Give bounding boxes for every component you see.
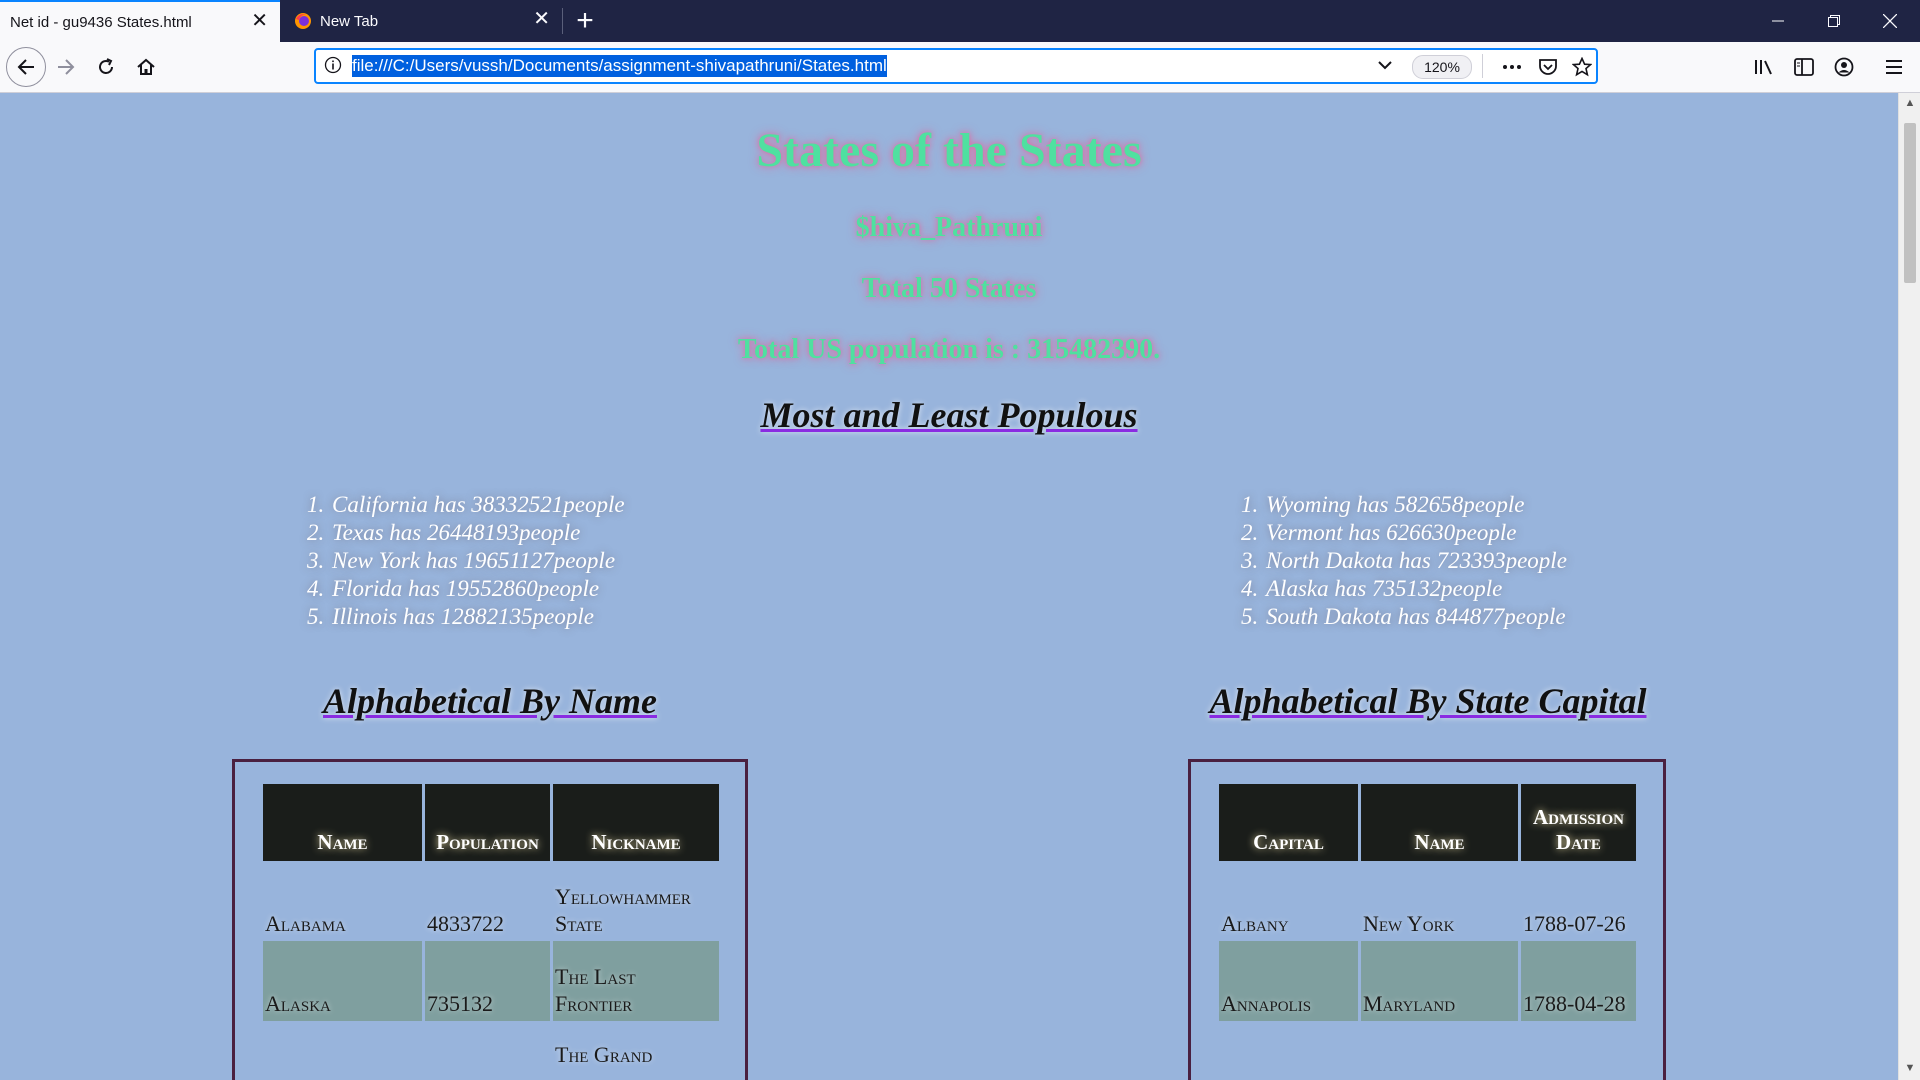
list-item: Florida has 19552860people: [330, 575, 625, 603]
table-cell: Albany: [1221, 911, 1289, 936]
restore-icon[interactable]: [1806, 0, 1862, 42]
list-item: South Dakota has 844877people: [1264, 603, 1567, 631]
table-cell: New York: [1363, 911, 1455, 936]
by-capital-heading: Alphabetical By State Capital: [1209, 681, 1647, 721]
most-least-heading: Most and Least Populous: [760, 395, 1138, 435]
by-capital-table: Capital Name Admission Date Albany New Y…: [1216, 784, 1639, 1021]
forward-button[interactable]: [48, 49, 84, 85]
menu-icon[interactable]: [1876, 49, 1912, 85]
reload-button[interactable]: [88, 49, 124, 85]
tab-title: Net id - gu9436 States.html: [10, 13, 192, 31]
column-header: Capital: [1219, 784, 1358, 861]
list-item: Vermont has 626630people: [1264, 519, 1567, 547]
table-row: Alabama 4833722 Yellowhammer State: [263, 861, 719, 941]
page-title: States of the States: [756, 124, 1142, 177]
table-cell: [263, 1021, 422, 1080]
table-row: Alaska 735132 The Last Frontier: [263, 941, 719, 1021]
table-row: The Grand: [263, 1021, 719, 1080]
nav-toolbar: file:///C:/Users/vussh/Documents/assignm…: [0, 42, 1920, 93]
tab-active[interactable]: Net id - gu9436 States.html ✕: [0, 0, 280, 42]
by-capital-table-frame: Capital Name Admission Date Albany New Y…: [1188, 759, 1666, 1080]
column-header: Name: [263, 784, 422, 861]
chevron-down-icon[interactable]: [1376, 56, 1394, 74]
list-item: North Dakota has 723393people: [1264, 547, 1567, 575]
page-actions-icon[interactable]: [1500, 55, 1524, 79]
table-cell: Alabama: [265, 911, 346, 936]
by-name-heading: Alphabetical By Name: [323, 681, 657, 721]
close-tab-icon[interactable]: ✕: [251, 11, 268, 31]
list-item: Texas has 26448193people: [330, 519, 625, 547]
arrow-left-icon: [17, 59, 34, 75]
table-cell: Yellowhammer State: [555, 884, 691, 936]
vertical-scrollbar[interactable]: ▲ ▼: [1898, 93, 1920, 1080]
home-button[interactable]: [128, 49, 164, 85]
zoom-level[interactable]: 120%: [1412, 55, 1472, 79]
url-bar[interactable]: file:///C:/Users/vussh/Documents/assignm…: [314, 48, 1598, 84]
list-item: Illinois has 12882135people: [330, 603, 625, 631]
column-header: Population: [425, 784, 550, 861]
home-icon: [137, 58, 155, 75]
pocket-icon[interactable]: [1536, 55, 1560, 79]
close-tab-icon[interactable]: ✕: [533, 9, 550, 29]
table-cell: The Last Frontier: [553, 941, 719, 1021]
list-item: New York has 19651127people: [330, 547, 625, 575]
tab-separator: [562, 8, 563, 34]
table-cell: 735132: [425, 941, 550, 1021]
table-row: Annapolis Maryland 1788-04-28: [1219, 941, 1636, 1021]
account-icon[interactable]: [1826, 49, 1862, 85]
table-row: Albany New York 1788-07-26: [1219, 861, 1636, 941]
library-icon[interactable]: [1746, 49, 1782, 85]
tab-bar: Net id - gu9436 States.html ✕ New Tab ✕ …: [0, 0, 1920, 42]
info-icon[interactable]: [324, 56, 342, 74]
firefox-icon: [295, 13, 311, 29]
table-cell: 1788-07-26: [1523, 911, 1626, 936]
author-name: $hiva_Pathruni: [855, 212, 1043, 243]
most-populous-list: California has 38332521people Texas has …: [306, 491, 625, 631]
page-content: States of the States $hiva_Pathruni Tota…: [0, 93, 1898, 1080]
table-cell: [425, 1021, 550, 1080]
table-cell: 4833722: [427, 911, 504, 936]
scroll-down-arrow-icon[interactable]: ▼: [1903, 1062, 1917, 1076]
tab-new-tab[interactable]: New Tab ✕: [282, 0, 562, 42]
list-item: Alaska has 735132people: [1264, 575, 1567, 603]
url-text[interactable]: file:///C:/Users/vussh/Documents/assignm…: [352, 55, 887, 77]
sidebar-icon[interactable]: [1786, 49, 1822, 85]
close-window-icon[interactable]: [1862, 0, 1918, 42]
column-header: Admission Date: [1521, 784, 1636, 861]
table-cell: The Grand: [555, 1042, 653, 1067]
column-header: Name: [1361, 784, 1518, 861]
table-cell: 1788-04-28: [1521, 941, 1636, 1021]
new-tab-plus-icon[interactable]: +: [568, 4, 602, 38]
table-cell: Alaska: [263, 941, 422, 1021]
total-states: Total 50 States: [861, 273, 1037, 304]
minimize-icon[interactable]: [1750, 0, 1806, 42]
table-cell: Annapolis: [1219, 941, 1358, 1021]
total-population: Total US population is : 315482390.: [737, 334, 1161, 365]
reload-icon: [99, 58, 113, 74]
list-item: Wyoming has 582658people: [1264, 491, 1567, 519]
back-button[interactable]: [6, 47, 46, 87]
arrow-right-icon: [58, 59, 75, 75]
by-name-table: Name Population Nickname Alabama 4833722…: [260, 784, 722, 1080]
table-cell: Maryland: [1361, 941, 1518, 1021]
scroll-up-arrow-icon[interactable]: ▲: [1903, 97, 1917, 111]
by-name-table-frame: Name Population Nickname Alabama 4833722…: [232, 759, 748, 1080]
scroll-thumb[interactable]: [1904, 123, 1916, 283]
bookmark-star-icon[interactable]: [1570, 55, 1594, 79]
column-header: Nickname: [553, 784, 719, 861]
list-item: California has 38332521people: [330, 491, 625, 519]
least-populous-list: Wyoming has 582658people Vermont has 626…: [1240, 491, 1567, 631]
urlbar-separator: [1482, 54, 1483, 78]
tab-title: New Tab: [320, 12, 379, 30]
